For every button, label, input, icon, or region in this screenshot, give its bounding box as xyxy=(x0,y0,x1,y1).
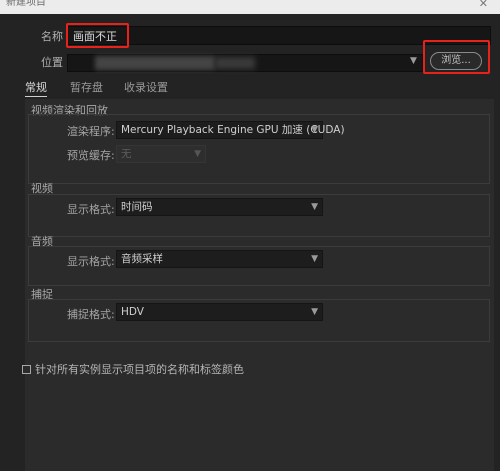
chevron-down-icon: ▼ xyxy=(311,125,318,135)
browse-highlight-box xyxy=(423,40,490,74)
capture-format-value: HDV xyxy=(121,306,144,318)
capture-format-label: 捕捉格式: xyxy=(67,308,115,321)
window-title: 新建项目 xyxy=(6,0,46,8)
chevron-down-icon: ▼ xyxy=(311,254,318,264)
tab-general[interactable]: 常规 xyxy=(25,79,47,95)
video-display-format-value: 时间码 xyxy=(121,201,153,213)
chevron-down-icon: ▼ xyxy=(311,202,318,212)
tab-scratch-disks[interactable]: 暂存盘 xyxy=(70,79,103,95)
renderer-label: 渲染程序: xyxy=(67,125,115,138)
name-label: 名称 xyxy=(41,30,63,43)
new-project-dialog: 名称 画面不正 位置 ▼ 浏览... 常规 暂存盘 收录设置 视频渲染和回放 渲… xyxy=(0,14,500,471)
chevron-down-icon[interactable]: ▼ xyxy=(410,56,417,66)
show-names-labels-checkbox[interactable] xyxy=(22,365,31,374)
location-path-blurred-2 xyxy=(215,57,255,69)
show-names-labels-label[interactable]: 针对所有实例显示项目项的名称和标签颜色 xyxy=(35,361,244,377)
video-display-format-label: 显示格式: xyxy=(67,203,115,216)
chevron-down-icon: ▼ xyxy=(311,307,318,317)
location-label: 位置 xyxy=(41,56,63,69)
title-bar: 新建项目 ✕ xyxy=(0,0,500,14)
capture-format-dropdown[interactable]: HDV ▼ xyxy=(116,303,323,321)
location-path-blurred xyxy=(95,56,215,70)
tab-ingest-settings[interactable]: 收录设置 xyxy=(124,79,168,95)
audio-display-format-value: 音频采样 xyxy=(121,253,163,265)
name-highlight-box xyxy=(66,23,129,48)
preview-cache-label: 预览缓存: xyxy=(67,149,115,162)
close-icon[interactable]: ✕ xyxy=(479,0,488,11)
video-display-format-dropdown[interactable]: 时间码 ▼ xyxy=(116,198,323,216)
renderer-dropdown[interactable]: Mercury Playback Engine GPU 加速 (CUDA) ▼ xyxy=(116,121,345,139)
audio-display-format-dropdown[interactable]: 音频采样 ▼ xyxy=(116,250,323,268)
active-tab-indicator xyxy=(25,96,47,97)
preview-cache-dropdown: 无 ▼ xyxy=(116,145,206,163)
preview-cache-value: 无 xyxy=(121,148,132,160)
audio-display-format-label: 显示格式: xyxy=(67,255,115,268)
chevron-down-icon: ▼ xyxy=(194,149,201,159)
